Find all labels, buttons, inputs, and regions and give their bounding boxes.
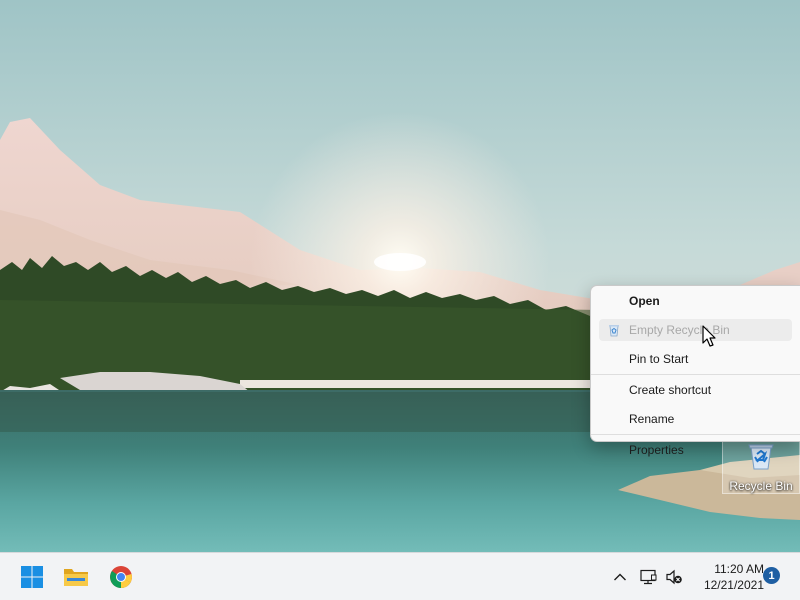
menu-item-properties[interactable]: Properties — [599, 439, 792, 461]
clock-time: 11:20 AM — [714, 562, 764, 576]
folder-icon — [64, 569, 88, 586]
menu-item-label: Rename — [629, 412, 675, 426]
menu-item-pin-to-start[interactable]: Pin to Start — [599, 348, 792, 370]
menu-item-label: Pin to Start — [629, 352, 689, 366]
context-menu: Open Empty Recycle Bin Pin to Start Crea… — [590, 285, 800, 457]
notification-count: 1 — [768, 569, 775, 582]
chevron-up-icon — [614, 573, 626, 581]
clock[interactable]: 11:20 AM 12/21/2021 — [690, 559, 764, 595]
menu-item-open[interactable]: Open — [599, 290, 792, 312]
volume-button[interactable] — [663, 566, 685, 588]
menu-item-label: Create shortcut — [629, 383, 712, 397]
recycle-bin-icon — [609, 325, 619, 337]
menu-item-create-shortcut[interactable]: Create shortcut — [599, 379, 792, 401]
menu-item-label: Open — [629, 294, 660, 308]
windows-start-icon — [21, 566, 43, 588]
notification-badge[interactable]: 1 — [763, 567, 780, 584]
network-button[interactable] — [637, 566, 659, 588]
desktop-wallpaper[interactable] — [0, 0, 800, 552]
menu-item-empty-recycle-bin[interactable]: Empty Recycle Bin — [599, 319, 792, 341]
menu-separator — [591, 374, 800, 375]
file-explorer-button[interactable] — [61, 562, 91, 592]
taskbar: 11:20 AM 12/21/2021 — [0, 552, 800, 600]
network-icon — [640, 569, 657, 585]
menu-separator — [591, 434, 800, 435]
chrome-button[interactable] — [106, 562, 136, 592]
volume-muted-icon — [666, 569, 682, 585]
menu-item-label: Properties — [629, 443, 684, 457]
desktop-icon-label: Recycle Bin — [729, 479, 793, 493]
menu-item-rename[interactable]: Rename — [599, 408, 792, 430]
mouse-cursor-icon — [702, 325, 716, 347]
clock-date: 12/21/2021 — [703, 578, 764, 592]
start-button[interactable] — [17, 562, 47, 592]
chrome-icon — [110, 566, 132, 588]
show-hidden-icons-button[interactable] — [609, 566, 631, 588]
